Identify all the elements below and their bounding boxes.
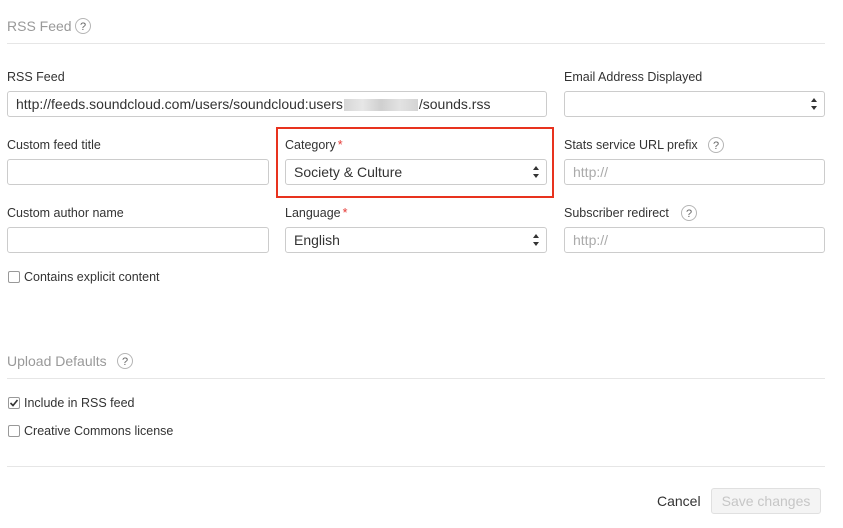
email-displayed-label: Email Address Displayed bbox=[564, 70, 703, 84]
explicit-checkbox[interactable] bbox=[8, 271, 20, 283]
category-select[interactable]: Society & Culture bbox=[285, 159, 547, 185]
rss-feed-url-prefix: http://feeds.soundcloud.com/users/soundc… bbox=[16, 96, 343, 112]
include-rss-label: Include in RSS feed bbox=[24, 396, 135, 410]
subscriber-redirect-label: Subscriber redirect bbox=[564, 206, 669, 220]
custom-feed-title-label: Custom feed title bbox=[7, 138, 101, 152]
include-rss-checkbox[interactable] bbox=[8, 397, 20, 409]
creative-commons-checkbox[interactable] bbox=[8, 425, 20, 437]
language-label-text: Language bbox=[285, 206, 341, 220]
language-value: English bbox=[294, 232, 340, 248]
question-icon[interactable]: ? bbox=[75, 18, 91, 34]
section-divider bbox=[7, 378, 825, 379]
select-arrows-icon bbox=[811, 98, 817, 110]
creative-commons-label: Creative Commons license bbox=[24, 424, 174, 438]
email-displayed-select[interactable] bbox=[564, 91, 825, 117]
custom-author-label: Custom author name bbox=[7, 206, 124, 220]
language-label: Language * bbox=[285, 206, 348, 220]
custom-feed-title-input[interactable] bbox=[7, 159, 269, 185]
required-mark: * bbox=[342, 206, 348, 220]
explicit-label: Contains explicit content bbox=[24, 270, 160, 284]
language-select[interactable]: English bbox=[285, 227, 547, 253]
footer-divider bbox=[7, 466, 825, 467]
rss-feed-url-field[interactable]: http://feeds.soundcloud.com/users/soundc… bbox=[7, 91, 547, 117]
redacted-user-id bbox=[343, 99, 418, 112]
custom-author-input[interactable] bbox=[7, 227, 269, 253]
cancel-button[interactable]: Cancel bbox=[657, 493, 701, 509]
save-changes-button[interactable]: Save changes bbox=[711, 488, 821, 514]
stats-prefix-label: Stats service URL prefix bbox=[564, 138, 698, 152]
upload-section-title: Upload Defaults bbox=[7, 353, 107, 369]
select-arrows-icon bbox=[533, 166, 539, 178]
checkmark-icon bbox=[9, 399, 19, 407]
question-icon[interactable]: ? bbox=[117, 353, 133, 369]
rss-feed-url-suffix: /sounds.rss bbox=[418, 96, 491, 112]
rss-feed-label: RSS Feed bbox=[7, 70, 65, 84]
required-mark: * bbox=[337, 138, 343, 152]
stats-prefix-input[interactable]: http:// bbox=[564, 159, 825, 185]
select-arrows-icon bbox=[533, 234, 539, 246]
question-icon[interactable]: ? bbox=[681, 205, 697, 221]
category-label: Category * bbox=[285, 138, 343, 152]
section-divider bbox=[7, 43, 825, 44]
category-value: Society & Culture bbox=[294, 164, 403, 180]
rss-section-title: RSS Feed bbox=[7, 18, 72, 34]
question-icon[interactable]: ? bbox=[708, 137, 724, 153]
subscriber-redirect-input[interactable]: http:// bbox=[564, 227, 825, 253]
category-label-text: Category bbox=[285, 138, 336, 152]
